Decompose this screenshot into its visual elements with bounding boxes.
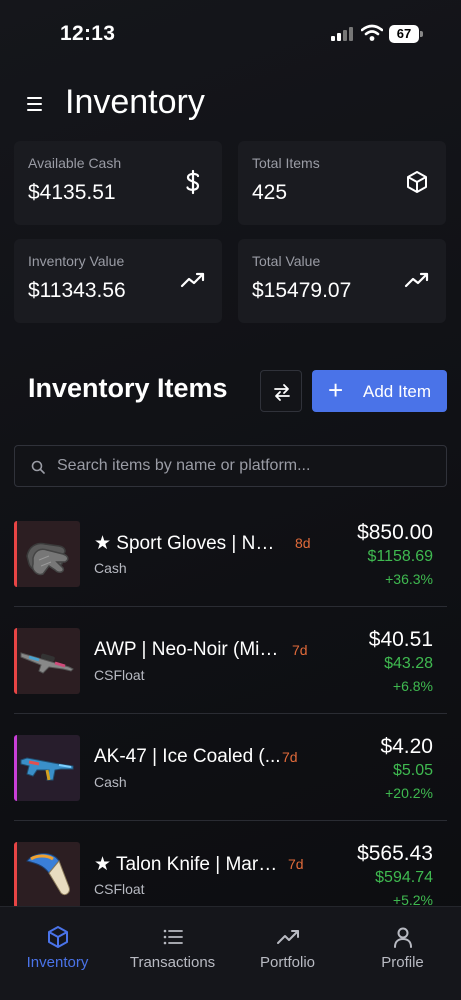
- item-name: ★ Talon Knife | Marb...: [94, 854, 284, 875]
- knife-icon: [26, 853, 70, 896]
- rifle-icon: [20, 757, 74, 781]
- wifi-icon: [361, 24, 383, 41]
- box-icon: [407, 171, 427, 193]
- menu-icon[interactable]: [27, 97, 43, 111]
- dollar-icon: [186, 169, 200, 195]
- item-change: +36.3%: [385, 571, 433, 587]
- item-change: +20.2%: [385, 785, 433, 801]
- battery-icon: 67: [389, 25, 423, 43]
- stat-card-inventory-value: Inventory Value $11343.56: [14, 239, 222, 323]
- status-time: 12:13: [60, 22, 116, 45]
- item-platform: CSFloat: [94, 881, 145, 897]
- sniper-rifle-icon: [20, 652, 74, 674]
- stat-value: $11343.56: [28, 279, 126, 302]
- battery-level: 67: [389, 25, 419, 43]
- item-age: 7d: [288, 856, 304, 872]
- tab-label: Transactions: [129, 954, 216, 971]
- item-thumbnail: [14, 521, 80, 587]
- item-market-price: $1158.69: [367, 548, 433, 565]
- item-name: AWP | Neo-Noir (Mini...: [94, 639, 284, 660]
- trending-up-icon: [277, 930, 299, 944]
- item-price: $40.51: [368, 628, 433, 651]
- item-price: $565.43: [357, 842, 433, 865]
- search-box[interactable]: [14, 445, 447, 487]
- user-icon: [394, 927, 412, 948]
- item-age: 7d: [282, 749, 298, 765]
- page-title: Inventory: [65, 83, 205, 121]
- item-market-price: $594.74: [375, 869, 433, 886]
- add-item-button[interactable]: + Add Item: [312, 370, 447, 412]
- item-platform: Cash: [94, 560, 127, 576]
- trending-up-icon: [404, 272, 429, 288]
- list-item[interactable]: AK-47 | Ice Coaled (... 7d Cash $4.20 $5…: [0, 714, 461, 821]
- gloves-icon: [26, 542, 69, 576]
- list-item[interactable]: AWP | Neo-Noir (Mini... 7d CSFloat $40.5…: [0, 607, 461, 714]
- item-change: +6.8%: [392, 678, 433, 694]
- item-price: $850.00: [357, 521, 433, 544]
- stat-label: Available Cash: [28, 155, 122, 171]
- list-item[interactable]: ★ Talon Knife | Marb... 7d CSFloat $565.…: [0, 821, 461, 906]
- trending-up-icon: [180, 272, 205, 288]
- item-thumbnail: [14, 842, 80, 906]
- status-bar: 12:13 67: [0, 0, 461, 70]
- search-input[interactable]: [57, 446, 437, 486]
- search-icon: [31, 460, 45, 474]
- inventory-list[interactable]: ★ Sport Gloves | Noc... 8d Cash $850.00 …: [0, 500, 461, 906]
- add-item-label: Add Item: [363, 382, 432, 401]
- tab-inventory[interactable]: Inventory: [0, 907, 115, 1000]
- cell-signal-icon: [331, 27, 353, 41]
- stat-value: 425: [252, 181, 288, 204]
- stat-card-total-value: Total Value $15479.07: [238, 239, 446, 323]
- tab-label: Portfolio: [259, 954, 316, 971]
- rarity-stripe: [14, 628, 17, 694]
- stat-label: Total Value: [252, 253, 321, 269]
- stat-card-available-cash: Available Cash $4135.51: [14, 141, 222, 225]
- stat-label: Total Items: [252, 155, 320, 171]
- tab-transactions[interactable]: Transactions: [115, 907, 230, 1000]
- item-age: 8d: [295, 535, 311, 551]
- box-icon: [48, 926, 68, 948]
- item-name: AK-47 | Ice Coaled (...: [94, 746, 281, 767]
- item-market-price: $5.05: [392, 762, 433, 779]
- plus-icon: +: [328, 375, 344, 405]
- stat-value: $4135.51: [28, 181, 116, 204]
- section-title: Inventory Items: [28, 373, 228, 403]
- item-thumbnail: [14, 628, 80, 694]
- item-platform: CSFloat: [94, 667, 145, 683]
- item-name: ★ Sport Gloves | Noc...: [94, 533, 284, 554]
- tab-portfolio[interactable]: Portfolio: [230, 907, 345, 1000]
- item-platform: Cash: [94, 774, 127, 790]
- item-market-price: $43.28: [384, 655, 433, 672]
- item-price: $4.20: [380, 735, 433, 758]
- stat-label: Inventory Value: [28, 253, 125, 269]
- rarity-stripe: [14, 521, 17, 587]
- item-age: 7d: [292, 642, 308, 658]
- tab-label: Profile: [381, 954, 424, 971]
- list-icon: [163, 929, 183, 945]
- item-thumbnail: [14, 735, 80, 801]
- rarity-stripe: [14, 735, 17, 801]
- stat-value: $15479.07: [252, 279, 352, 302]
- tab-profile[interactable]: Profile: [345, 907, 460, 1000]
- bottom-nav: Inventory Transactions Portfolio Profile: [0, 906, 461, 1000]
- swap-icon: [274, 384, 290, 401]
- list-item[interactable]: ★ Sport Gloves | Noc... 8d Cash $850.00 …: [0, 500, 461, 607]
- stat-card-total-items: Total Items 425: [238, 141, 446, 225]
- tab-label: Inventory: [26, 954, 89, 971]
- item-change: +5.2%: [392, 892, 433, 906]
- rarity-stripe: [14, 842, 17, 906]
- swap-button[interactable]: [260, 370, 302, 412]
